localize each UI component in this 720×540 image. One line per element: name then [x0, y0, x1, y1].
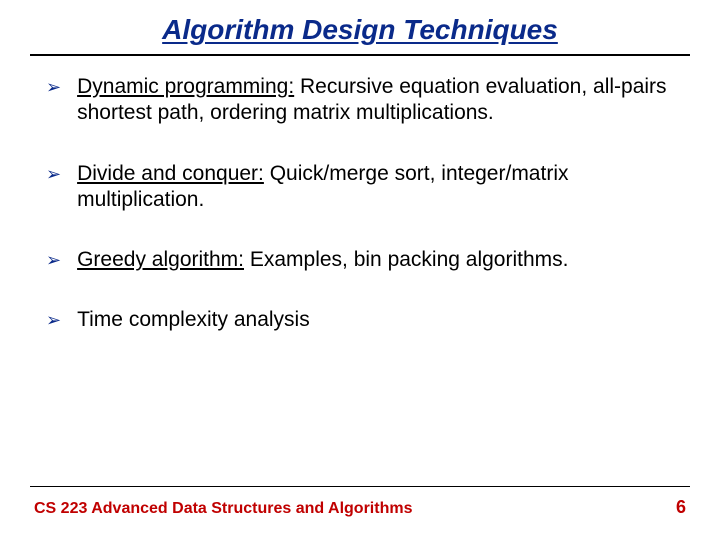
footer-divider [30, 486, 690, 487]
bullet-rest: Time complexity analysis [77, 308, 310, 331]
course-label: CS 223 Advanced Data Structures and Algo… [34, 500, 412, 518]
bullet-item: ➢ Time complexity analysis [46, 307, 674, 333]
bullet-text: Divide and conquer: Quick/merge sort, in… [77, 161, 674, 214]
bullet-text: Greedy algorithm: Examples, bin packing … [77, 247, 674, 273]
bullet-arrow-icon: ➢ [46, 309, 61, 332]
bullet-arrow-icon: ➢ [46, 249, 61, 272]
bullet-topic: Dynamic programming: [77, 75, 294, 98]
bullet-item: ➢ Divide and conquer: Quick/merge sort, … [46, 161, 674, 214]
bullet-item: ➢ Greedy algorithm: Examples, bin packin… [46, 247, 674, 273]
bullet-topic: Divide and conquer: [77, 162, 264, 185]
bullet-arrow-icon: ➢ [46, 76, 61, 99]
bullet-topic: Greedy algorithm: [77, 248, 244, 271]
page-number: 6 [676, 497, 686, 518]
bullet-text: Time complexity analysis [77, 307, 674, 333]
footer: CS 223 Advanced Data Structures and Algo… [0, 486, 720, 518]
bullet-rest: Examples, bin packing algorithms. [244, 248, 569, 271]
bullet-text: Dynamic programming: Recursive equation … [77, 74, 674, 127]
slide: Algorithm Design Techniques ➢ Dynamic pr… [0, 0, 720, 540]
footer-row: CS 223 Advanced Data Structures and Algo… [30, 497, 690, 518]
bullet-arrow-icon: ➢ [46, 163, 61, 186]
slide-title: Algorithm Design Techniques [0, 0, 720, 50]
content-area: ➢ Dynamic programming: Recursive equatio… [0, 56, 720, 334]
bullet-item: ➢ Dynamic programming: Recursive equatio… [46, 74, 674, 127]
